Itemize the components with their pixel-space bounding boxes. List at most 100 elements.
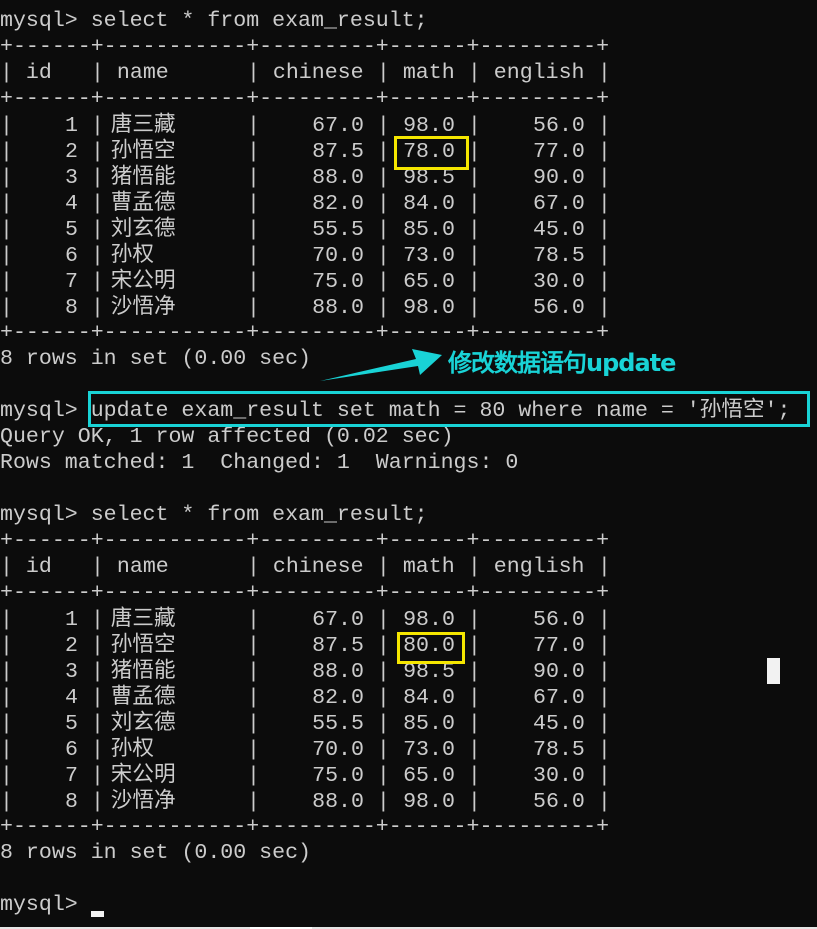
table-border: | bbox=[246, 555, 260, 579]
terminal-output: mysql> select * from exam_result; +------… bbox=[0, 8, 817, 918]
table-cell: 98.0 bbox=[403, 296, 468, 320]
table-border-line: +------+-----------+---------+------+---… bbox=[0, 320, 817, 346]
table-cell: 88.0 bbox=[312, 660, 377, 684]
command-text: select * from exam_result; bbox=[90, 503, 428, 527]
table-cell: 73.0 bbox=[403, 244, 468, 268]
table-cell: 孙权 bbox=[103, 242, 154, 267]
table-border: | bbox=[467, 296, 481, 320]
table-cell: 65.0 bbox=[403, 270, 468, 294]
rows-matched-text: Rows matched: 1 Changed: 1 Warnings: 0 bbox=[0, 451, 519, 475]
table-border: +------+-----------+---------+------+---… bbox=[0, 529, 610, 553]
table-row: | 7 | 宋公明 | 75.0 | 65.0 | 30.0 | bbox=[0, 762, 817, 788]
table-border: | bbox=[0, 114, 13, 138]
table-cell: 77.0 bbox=[533, 140, 598, 164]
table-border: | bbox=[246, 218, 260, 242]
table-cell: 65.0 bbox=[403, 764, 468, 788]
column-header: name bbox=[103, 61, 169, 85]
table-border: | bbox=[246, 686, 260, 710]
table-border: +------+-----------+---------+------+---… bbox=[0, 581, 610, 605]
table-border: | bbox=[246, 244, 260, 268]
table-cell: 56.0 bbox=[533, 608, 598, 632]
table-border: | bbox=[597, 270, 611, 294]
table-border: | bbox=[90, 660, 104, 684]
table-border: | bbox=[597, 712, 611, 736]
table-cell: 45.0 bbox=[533, 218, 598, 242]
table-border: | bbox=[0, 61, 13, 85]
command-line: mysql> select * from exam_result; bbox=[0, 502, 817, 528]
table-border-line: +------+-----------+---------+------+---… bbox=[0, 86, 817, 112]
table-border: | bbox=[467, 140, 481, 164]
table-cell: 3 bbox=[65, 166, 91, 190]
rows-in-set-text: 8 rows in set (0.00 sec) bbox=[0, 347, 312, 371]
table-border: | bbox=[246, 114, 260, 138]
table-border: | bbox=[597, 738, 611, 762]
table-cell: 1 bbox=[65, 114, 91, 138]
table-cell: 6 bbox=[65, 738, 91, 762]
table-border: | bbox=[376, 192, 390, 216]
table-border: | bbox=[597, 608, 611, 632]
table-cell: 85.0 bbox=[403, 712, 468, 736]
table-border: | bbox=[246, 634, 260, 658]
table-cell: 孙悟空 bbox=[103, 138, 176, 163]
table-cell: 67.0 bbox=[312, 608, 377, 632]
table-cell: 84.0 bbox=[403, 192, 468, 216]
table-border: | bbox=[90, 244, 104, 268]
table-cell: 80.0 bbox=[403, 634, 468, 658]
table-row: | 7 | 宋公明 | 75.0 | 65.0 | 30.0 | bbox=[0, 268, 817, 294]
table-border: | bbox=[246, 764, 260, 788]
table-cell: 78.5 bbox=[533, 244, 598, 268]
table-cell: 87.5 bbox=[312, 634, 377, 658]
command-line: mysql> select * from exam_result; bbox=[0, 8, 817, 34]
table-cell: 5 bbox=[65, 712, 91, 736]
table-border: | bbox=[0, 608, 13, 632]
table-cell: 88.0 bbox=[312, 296, 377, 320]
table-border: +------+-----------+---------+------+---… bbox=[0, 815, 610, 839]
command-line: mysql> bbox=[0, 892, 817, 918]
table-border: | bbox=[0, 244, 13, 268]
table-border: | bbox=[597, 555, 611, 579]
table-border: | bbox=[246, 790, 260, 814]
table-cell: 7 bbox=[65, 270, 91, 294]
table-row: | 2 | 孙悟空 | 87.5 | 80.0 | 77.0 | bbox=[0, 632, 817, 658]
table-cell: 8 bbox=[65, 790, 91, 814]
table-border: | bbox=[376, 608, 390, 632]
table-cell: 孙悟空 bbox=[103, 632, 176, 657]
table-cell: 98.5 bbox=[403, 660, 468, 684]
table-cell: 98.5 bbox=[403, 166, 468, 190]
table-border: | bbox=[376, 660, 390, 684]
table-border: | bbox=[0, 555, 13, 579]
prompt-cursor[interactable] bbox=[91, 911, 104, 917]
table-border: | bbox=[597, 218, 611, 242]
table-cell: 刘玄德 bbox=[103, 216, 176, 241]
table-border: | bbox=[597, 790, 611, 814]
table-border: | bbox=[376, 270, 390, 294]
annotation-arrow-icon bbox=[320, 349, 442, 381]
table-border: | bbox=[90, 114, 104, 138]
table-border: | bbox=[0, 192, 13, 216]
result-footer: 8 rows in set (0.00 sec) bbox=[0, 840, 817, 866]
table-border: | bbox=[0, 712, 13, 736]
table-cell: 98.0 bbox=[403, 790, 468, 814]
table-cell: 唐三藏 bbox=[103, 606, 176, 631]
table-border: | bbox=[246, 660, 260, 684]
table-border: | bbox=[246, 166, 260, 190]
table-border: | bbox=[0, 296, 13, 320]
table-row: | 8 | 沙悟净 | 88.0 | 98.0 | 56.0 | bbox=[0, 294, 817, 320]
table-cell: 2 bbox=[65, 140, 91, 164]
table-border: | bbox=[90, 555, 104, 579]
table-cell: 85.0 bbox=[403, 218, 468, 242]
table-border: | bbox=[90, 270, 104, 294]
table-border: | bbox=[467, 790, 481, 814]
table-border: | bbox=[597, 61, 611, 85]
table-row: | 5 | 刘玄德 | 55.5 | 85.0 | 45.0 | bbox=[0, 710, 817, 736]
table-cell: 98.0 bbox=[403, 114, 468, 138]
table-row: | 5 | 刘玄德 | 55.5 | 85.0 | 45.0 | bbox=[0, 216, 817, 242]
table-row: | 1 | 唐三藏 | 67.0 | 98.0 | 56.0 | bbox=[0, 606, 817, 632]
table-border: | bbox=[376, 61, 390, 85]
table-border: | bbox=[376, 712, 390, 736]
column-header: chinese bbox=[259, 555, 364, 579]
table-cell: 唐三藏 bbox=[103, 112, 176, 137]
table-cell: 55.5 bbox=[312, 218, 377, 242]
table-border: | bbox=[597, 192, 611, 216]
